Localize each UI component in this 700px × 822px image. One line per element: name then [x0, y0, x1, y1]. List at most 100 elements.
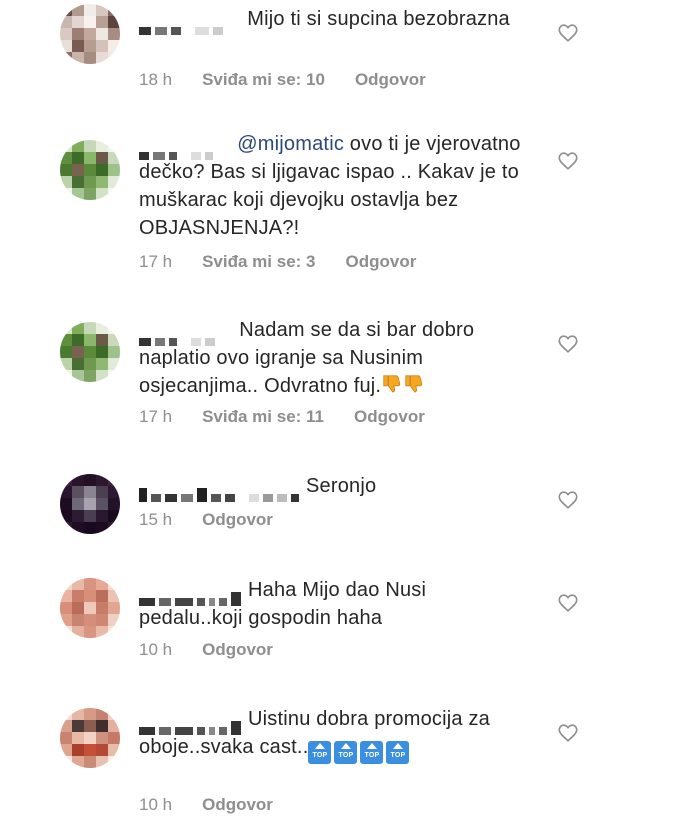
redacted-username[interactable] [139, 326, 219, 346]
avatar-pixel [72, 40, 84, 52]
avatar-pixel [84, 4, 96, 16]
avatar[interactable] [60, 4, 120, 64]
avatar-pixel [96, 614, 108, 626]
heart-icon[interactable] [557, 150, 579, 172]
avatar-pixel [72, 358, 84, 370]
avatar-pixel [72, 708, 84, 720]
avatar[interactable] [60, 322, 120, 382]
avatar-pixel [84, 626, 96, 638]
avatar-pixel [84, 578, 96, 590]
avatar-pixel [60, 164, 72, 176]
redacted-username[interactable] [139, 586, 245, 606]
avatar-pixel [60, 4, 72, 16]
avatar-pixel [60, 732, 72, 744]
avatar-pixel [72, 322, 84, 334]
comment-meta: 10 h Odgovor [139, 795, 273, 815]
redacted-username[interactable] [139, 482, 303, 502]
likes-count[interactable]: Sviđa mi se: 11 [202, 407, 324, 426]
timestamp: 10 h [139, 795, 173, 814]
avatar-pixel [96, 346, 108, 358]
avatar[interactable] [60, 708, 120, 768]
avatar-pixel [108, 614, 120, 626]
avatar-pixel [96, 4, 108, 16]
avatar-pixel [96, 720, 108, 732]
avatar-pixel [96, 474, 108, 486]
avatar-pixel [96, 358, 108, 370]
heart-icon[interactable] [557, 22, 579, 44]
avatar-pixel [96, 744, 108, 756]
avatar-pixel [108, 140, 120, 152]
avatar-pixel [108, 176, 120, 188]
avatar-pixel [72, 590, 84, 602]
timestamp: 17 h [139, 252, 173, 271]
avatar-pixel [72, 140, 84, 152]
avatar-pixel [108, 4, 120, 16]
comment-meta: 18 h Sviđa mi se: 10 Odgovor [139, 70, 426, 90]
redacted-username[interactable] [139, 15, 227, 35]
avatar-pixel [96, 578, 108, 590]
avatar-pixel [84, 510, 96, 522]
avatar-pixel [96, 140, 108, 152]
avatar-pixel [108, 474, 120, 486]
avatar[interactable] [60, 474, 120, 534]
comment-text: Seronjo [306, 475, 377, 497]
avatar-pixel [60, 370, 72, 382]
avatar-pixel [72, 578, 84, 590]
avatar-pixel [60, 498, 72, 510]
reply-button[interactable]: Odgovor [345, 252, 416, 271]
avatar-pixel [60, 522, 72, 534]
avatar-pixel [60, 474, 72, 486]
avatar-pixel [96, 188, 108, 200]
reply-button[interactable]: Odgovor [202, 510, 273, 529]
avatar-pixel [84, 322, 96, 334]
comment-body: Haha Mijo dao Nusi pedalu..koji gospodin… [139, 576, 519, 632]
avatar-pixel [72, 614, 84, 626]
avatar-pixel [108, 756, 120, 768]
avatar-pixel [96, 28, 108, 40]
avatar-pixel [108, 334, 120, 346]
avatar-pixel [84, 140, 96, 152]
heart-icon[interactable] [557, 489, 579, 511]
avatar-pixel [84, 756, 96, 768]
avatar-pixel [60, 602, 72, 614]
avatar[interactable] [60, 140, 120, 200]
avatar-pixel [96, 732, 108, 744]
heart-icon[interactable] [557, 592, 579, 614]
heart-icon[interactable] [557, 722, 579, 744]
avatar-pixel [84, 474, 96, 486]
reply-button[interactable]: Odgovor [354, 407, 425, 426]
heart-icon[interactable] [557, 333, 579, 355]
avatar-pixel [108, 744, 120, 756]
avatar-pixel [60, 152, 72, 164]
avatar-pixel [96, 708, 108, 720]
avatar[interactable] [60, 578, 120, 638]
mention-link[interactable]: @mijomatic [237, 133, 344, 155]
likes-count[interactable]: Sviđa mi se: 3 [202, 252, 315, 271]
redacted-username[interactable] [139, 140, 217, 160]
avatar-pixel [84, 334, 96, 346]
avatar-pixel [72, 164, 84, 176]
avatar-pixel [60, 590, 72, 602]
avatar-pixel [108, 40, 120, 52]
reply-button[interactable]: Odgovor [202, 795, 273, 814]
avatar-pixel [84, 176, 96, 188]
avatar-pixel [60, 176, 72, 188]
avatar-pixel [84, 744, 96, 756]
avatar-pixel [60, 510, 72, 522]
redacted-username[interactable] [139, 715, 245, 735]
avatar-pixel [108, 708, 120, 720]
avatar-pixel [60, 744, 72, 756]
avatar-pixel [108, 590, 120, 602]
top-emoji: TOP [360, 741, 384, 764]
avatar-pixel [84, 498, 96, 510]
avatar-pixel [96, 176, 108, 188]
thumbs-down-emoji [381, 373, 403, 395]
avatar-pixel [72, 188, 84, 200]
likes-count[interactable]: Sviđa mi se: 10 [202, 70, 325, 89]
avatar-pixel [84, 486, 96, 498]
reply-button[interactable]: Odgovor [355, 70, 426, 89]
avatar-pixel [72, 370, 84, 382]
avatar-pixel [84, 28, 96, 40]
comment-meta: 17 h Sviđa mi se: 3 Odgovor [139, 252, 416, 272]
reply-button[interactable]: Odgovor [202, 640, 273, 659]
